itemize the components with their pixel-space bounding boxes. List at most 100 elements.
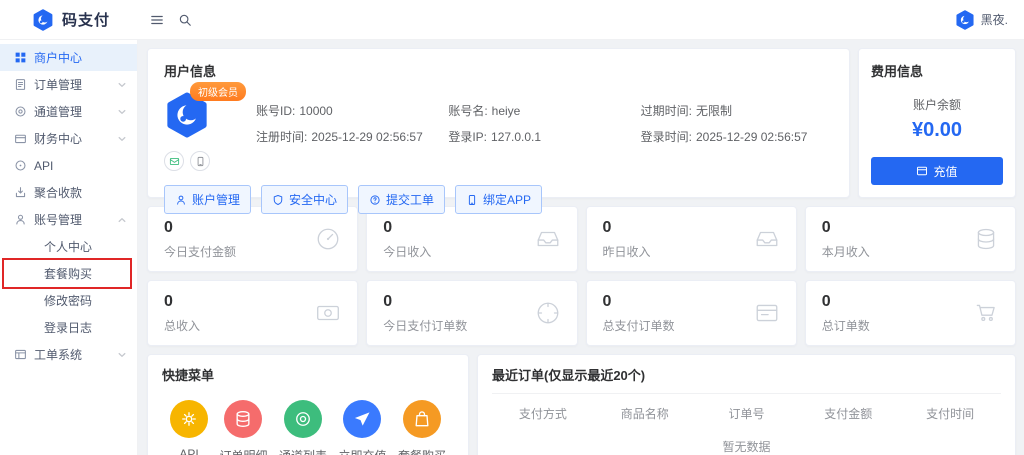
tray-icon <box>754 226 780 252</box>
order-icon <box>14 78 27 91</box>
chevron-down-icon <box>117 107 127 117</box>
menu-collapse-icon[interactable] <box>150 13 164 27</box>
shield-icon <box>272 194 284 206</box>
sidebar-item-label: 商户中心 <box>34 51 83 65</box>
collect-icon <box>14 186 27 199</box>
brand-logo-icon <box>32 9 54 31</box>
sidebar-item-label: 修改密码 <box>44 294 93 308</box>
sidebar-item-aggregate-collection[interactable]: 聚合收款 <box>0 179 137 206</box>
bind-app-button[interactable]: 绑定APP <box>455 185 543 214</box>
search-icon[interactable] <box>178 13 192 27</box>
user-info-card: 用户信息 初级会员 账号ID: 10000 注册时间: 2025-12-29 0… <box>147 48 850 214</box>
member-level-badge: 初级会员 <box>190 82 246 101</box>
question-icon <box>369 194 381 206</box>
plane-icon <box>343 400 382 438</box>
page: 码支付 黑夜. 商户中心 订单管理 通道管理 财务中心 API 聚合收款 账号管… <box>0 0 1024 455</box>
sidebar-item-api[interactable]: API <box>0 152 137 179</box>
user-info-title: 用户信息 <box>164 64 217 79</box>
sidebar-item-login-log[interactable]: 登录日志 <box>0 314 137 341</box>
quick-item-api[interactable]: API <box>170 400 208 455</box>
stat-card-today-income: 0 今日收入 <box>366 206 578 272</box>
field-register-time: 注册时间: 2025-12-29 02:56:57 <box>256 130 423 144</box>
gear-icon <box>170 400 208 438</box>
card-icon <box>916 165 928 177</box>
sidebar-item-label: 套餐购买 <box>44 267 93 281</box>
user-icon <box>14 213 27 226</box>
column-header: 支付时间 <box>926 407 975 421</box>
user-info-fields: 账号ID: 10000 注册时间: 2025-12-29 02:56:57 账号名:… <box>256 98 833 171</box>
stat-card-today-pay-amount: 0 今日支付金额 <box>147 206 359 272</box>
ticket-icon <box>14 348 27 361</box>
header-user-menu[interactable]: 黑夜. <box>955 10 1024 30</box>
empty-state-text: 暂无数据 <box>722 440 771 454</box>
coins-icon <box>973 226 999 252</box>
money-icon <box>315 300 341 326</box>
quick-item-order-details[interactable]: 订单明细 <box>219 400 268 455</box>
quick-item-package-purchase[interactable]: 套餐购买 <box>398 400 446 455</box>
compass-icon <box>535 300 561 326</box>
field-login-ip: 登录IP: 127.0.0.1 <box>448 130 542 144</box>
chevron-down-icon <box>117 80 127 90</box>
header-tools <box>150 13 192 27</box>
stat-card-today-paid-orders: 0 今日支付订单数 <box>366 280 578 346</box>
sidebar-item-personal-center[interactable]: 个人中心 <box>0 233 137 260</box>
sidebar-item-package-purchase[interactable]: 套餐购买 <box>0 260 137 287</box>
cart-icon <box>973 300 999 326</box>
sidebar-item-ticket-system[interactable]: 工单系统 <box>0 341 137 368</box>
sidebar-item-account-management[interactable]: 账号管理 <box>0 206 137 233</box>
sidebar-item-channel-management[interactable]: 通道管理 <box>0 98 137 125</box>
sidebar-nav: 商户中心 订单管理 通道管理 财务中心 API 聚合收款 账号管理 个人中心 套… <box>0 40 138 455</box>
person-icon <box>175 194 187 206</box>
stat-card-yesterday-income: 0 昨日收入 <box>585 206 797 272</box>
sidebar-item-label: 账号管理 <box>34 213 83 227</box>
sidebar-item-label: 个人中心 <box>44 240 93 254</box>
sidebar-item-label: API <box>34 158 54 173</box>
sidebar-item-merchant-center[interactable]: 商户中心 <box>0 44 137 71</box>
stat-card-total-orders: 0 总订单数 <box>804 280 1016 346</box>
tray-icon <box>535 226 561 252</box>
column-header: 商品名称 <box>620 407 669 421</box>
field-expire-time: 过期时间: 无限制 <box>640 104 733 118</box>
balance-value: ¥0.00 <box>911 118 963 141</box>
submit-ticket-button[interactable]: 提交工单 <box>358 185 446 214</box>
bag-icon <box>402 400 441 438</box>
field-login-time: 登录时间: 2025-12-29 02:56:57 <box>640 130 808 144</box>
account-manage-button[interactable]: 账户管理 <box>164 185 252 214</box>
column-header: 订单号 <box>728 407 765 421</box>
brand-title: 码支付 <box>62 12 111 29</box>
channel-icon <box>14 105 27 118</box>
recharge-button[interactable]: 充值 <box>871 157 1003 185</box>
header-user-name: 黑夜. <box>980 13 1008 27</box>
sidebar-item-label: 登录日志 <box>44 321 93 335</box>
email-icon[interactable] <box>164 151 184 171</box>
sidebar-item-label: 通道管理 <box>34 105 83 119</box>
sidebar-item-label: 财务中心 <box>34 132 83 146</box>
recent-orders-card: 最近订单(仅显示最近20个) 支付方式 商品名称 订单号 支付金额 支付时间 暂… <box>477 354 1016 455</box>
top-header: 码支付 黑夜. <box>0 0 1024 40</box>
phone-icon[interactable] <box>190 151 210 171</box>
sidebar-item-label: 工单系统 <box>34 348 83 362</box>
brand-logo[interactable]: 码支付 <box>0 9 138 31</box>
orders-table-header: 支付方式 商品名称 订单号 支付金额 支付时间 <box>492 405 1001 422</box>
quick-item-recharge-now[interactable]: 立即充值 <box>338 400 387 455</box>
chevron-down-icon <box>117 134 127 144</box>
stat-card-total-paid-orders: 0 总支付订单数 <box>585 280 797 346</box>
column-header: 支付金额 <box>824 407 873 421</box>
sidebar-item-order-management[interactable]: 订单管理 <box>0 71 137 98</box>
recent-orders-title: 最近订单(仅显示最近20个) <box>492 368 646 383</box>
database-icon <box>224 400 263 438</box>
sidebar-item-finance-center[interactable]: 财务中心 <box>0 125 137 152</box>
user-avatar-logo-icon <box>955 10 975 30</box>
field-account-id: 账号ID: 10000 <box>256 104 333 118</box>
stats-row-2: 0 总收入 0 今日支付订单数 0 总支付订单数 0 总订单数 <box>147 280 1016 346</box>
grid-icon <box>14 51 27 64</box>
quick-item-channel-list[interactable]: 通道列表 <box>279 400 327 455</box>
security-center-button[interactable]: 安全中心 <box>261 185 349 214</box>
fee-info-card: 费用信息 账户余额 ¥0.00 充值 <box>858 48 1016 198</box>
sidebar-item-change-password[interactable]: 修改密码 <box>0 287 137 314</box>
user-avatar: 初级会员 <box>164 82 256 171</box>
phone-icon <box>466 194 478 206</box>
stats-row-1: 0 今日支付金额 0 今日收入 0 昨日收入 0 本月收入 <box>147 206 1016 272</box>
list-icon <box>754 300 780 326</box>
column-header: 支付方式 <box>518 407 567 421</box>
